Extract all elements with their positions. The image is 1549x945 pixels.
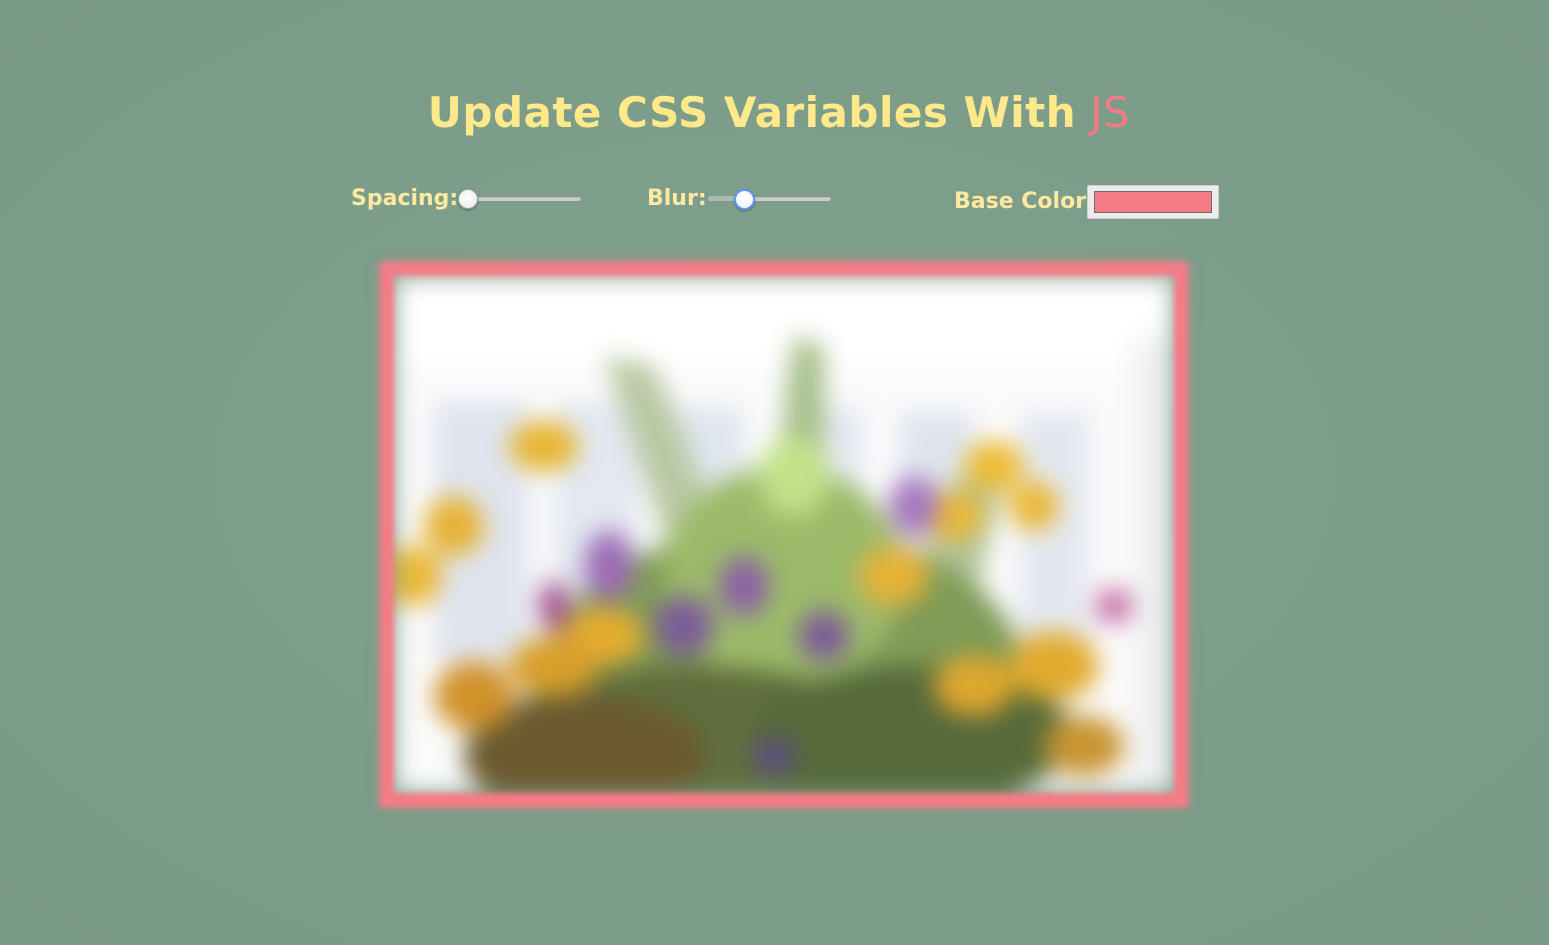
spacing-slider-thumb[interactable] [458,189,478,209]
flower-photo [394,276,1174,793]
blur-slider[interactable] [708,189,831,210]
title-text: Update CSS Variables With [427,88,1077,137]
title-highlight: JS [1090,88,1131,137]
base-color-label: Base Color: [954,189,1095,214]
spacing-slider[interactable] [458,189,581,209]
blur-label: Blur: [647,186,707,211]
image-frame [380,262,1188,807]
base-color-input[interactable] [1087,185,1219,219]
base-color-swatch [1094,191,1212,213]
blur-slider-thumb[interactable] [734,189,756,210]
page-title: Update CSS Variables With JS [0,88,1549,137]
spacing-label: Spacing: [351,186,459,211]
